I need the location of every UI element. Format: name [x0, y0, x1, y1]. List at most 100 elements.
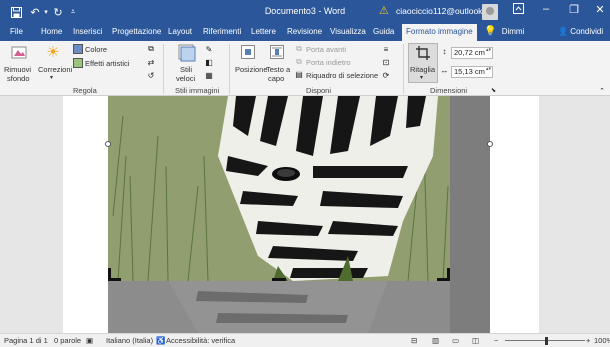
collapse-ribbon-icon[interactable]: ⌃ [598, 87, 606, 95]
ribbon-separator [403, 44, 404, 94]
zoom-level[interactable]: 100% [594, 336, 610, 345]
zebra-photo[interactable] [108, 96, 450, 281]
tab-riferimenti[interactable]: Riferimenti [203, 27, 241, 36]
language[interactable]: Italiano (Italia) [106, 336, 153, 345]
picture-border-icon[interactable]: ✎ [203, 44, 215, 54]
tell-me[interactable]: 💡 Dimmi [484, 26, 524, 37]
ribbon: Rimuovi sfondo ☀ Correzioni ▾ Colore Eff… [0, 41, 610, 96]
tell-me-label: Dimmi [501, 27, 525, 36]
reset-picture-icon[interactable]: ↺ [145, 70, 157, 80]
align-icon[interactable]: ≡ [380, 44, 392, 54]
change-picture-icon[interactable]: ⇄ [145, 57, 157, 67]
rimuovi-sfondo-line2: sfondo [7, 74, 30, 83]
crop-handle-bottom-right[interactable] [437, 278, 450, 281]
dialog-launcher-icon[interactable]: ⬊ [490, 87, 497, 94]
title-bar: ↶ ▾ ↻ ⩡ Documento3 - Word ⚠ ciaociccio11… [0, 0, 610, 24]
testo-a-capo-line1: Testo a [266, 65, 291, 74]
riquadro-selezione-label: Riquadro di selezione [306, 71, 379, 80]
artistic-effects-icon [73, 58, 83, 68]
picture-layout-icon[interactable]: ▦ [203, 70, 215, 80]
document-canvas [0, 96, 610, 333]
width-field[interactable]: 15,13 cm [451, 66, 493, 78]
compress-pictures-icon[interactable]: ⧉ [145, 44, 157, 54]
ribbon-separator [229, 44, 230, 94]
height-field[interactable]: 20,72 cm [451, 47, 493, 59]
tab-file[interactable]: File [10, 27, 23, 36]
chevron-down-icon: ▾ [420, 75, 424, 81]
cropped-ghost-image [108, 281, 450, 333]
effetti-artistici-label: Effetti artistici [85, 59, 130, 68]
minimize-icon[interactable]: – [538, 3, 554, 19]
tab-guida[interactable]: Guida [373, 27, 394, 36]
sun-icon: ☀ [46, 44, 60, 61]
resize-handle-right[interactable] [487, 141, 493, 147]
tab-visualizza[interactable]: Visualizza [330, 27, 366, 36]
stili-veloci-line1: Stili [180, 65, 193, 74]
correzioni-label: Correzioni [38, 65, 73, 74]
crop-handle-bottom[interactable] [272, 278, 286, 281]
position-icon [240, 44, 256, 60]
color-icon [73, 44, 83, 54]
share-button[interactable]: 👤 Condividi [558, 27, 603, 36]
restore-icon[interactable]: ❐ [566, 3, 582, 19]
crop-icon [416, 46, 430, 60]
tab-formato-immagine[interactable]: Formato immagine [402, 24, 477, 41]
tab-inserisci[interactable]: Inserisci [73, 27, 102, 36]
share-label: Condividi [570, 27, 604, 36]
web-layout-icon[interactable]: ◫ [472, 336, 479, 345]
close-icon[interactable]: ✕ [592, 3, 608, 19]
chevron-down-icon: ▾ [50, 75, 54, 81]
porta-indietro-label: Porta indietro [306, 58, 351, 67]
zoom-out-button[interactable]: − [494, 336, 498, 345]
width-icon: ↔ [440, 66, 449, 75]
account-name[interactable]: ciaociccio112@outlook.it [396, 6, 489, 16]
zoom-in-button[interactable]: + [586, 336, 590, 345]
page-count[interactable]: Pagina 1 di 1 [4, 336, 48, 345]
group-label-stili-immagini: Stili immagini [175, 86, 220, 95]
person-share-icon: 👤 [558, 27, 568, 36]
ritaglia-label: Ritaglia [410, 65, 436, 74]
print-layout-icon[interactable]: ▭ [452, 336, 459, 345]
group-label-regola: Regola [73, 86, 97, 95]
picture-effects-icon[interactable]: ◧ [203, 57, 215, 67]
avatar[interactable] [482, 4, 498, 20]
group-objects-icon[interactable]: ⊡ [380, 57, 392, 67]
accessibility-icon: ♿ [156, 336, 166, 345]
proofing-icon[interactable]: ▣ [86, 336, 93, 345]
wrap-text-icon [269, 44, 285, 60]
resize-handle-left[interactable] [105, 141, 111, 147]
tab-progettazione[interactable]: Progettazione [112, 27, 161, 36]
tab-home[interactable]: Home [41, 27, 62, 36]
send-backward-icon: ⧉ [296, 56, 302, 66]
colore-label: Colore [85, 45, 108, 54]
ribbon-separator [163, 44, 164, 94]
porta-avanti-label: Porta avanti [306, 45, 347, 54]
remove-background-icon [10, 43, 28, 61]
warning-icon[interactable]: ⚠ [379, 4, 389, 17]
tab-revisione[interactable]: Revisione [287, 27, 322, 36]
rotate-icon[interactable]: ⟳ [380, 70, 392, 80]
status-bar: Pagina 1 di 1 0 parole ▣ Italiano (Itali… [0, 333, 610, 347]
height-icon: ↕ [442, 47, 447, 56]
focus-mode-icon[interactable]: ⊟ [411, 336, 417, 345]
quick-styles-icon [177, 43, 197, 63]
read-mode-icon[interactable]: ▥ [432, 336, 439, 345]
ritaglia-button[interactable]: Ritaglia ▾ [408, 43, 438, 83]
testo-a-capo-line2: capo [268, 74, 285, 83]
crop-handle-bottom-left[interactable] [108, 278, 121, 281]
group-label-disponi: Disponi [306, 86, 332, 95]
lightbulb-icon: 💡 [484, 26, 497, 37]
bring-forward-icon: ⧉ [296, 43, 302, 53]
posizione-label: Posizione [235, 65, 268, 74]
tab-lettere[interactable]: Lettere [251, 27, 276, 36]
ribbon-tabs: File Home Inserisci Progettazione Layout… [0, 24, 610, 41]
stili-veloci-line2: veloci [176, 74, 196, 83]
group-label-dimensioni: Dimensioni [430, 86, 468, 95]
ribbon-display-options-icon[interactable] [510, 3, 526, 19]
selection-pane-icon: ▤ [295, 70, 303, 79]
word-count[interactable]: 0 parole [54, 336, 81, 345]
accessibility-status[interactable]: Accessibilità: verifica [166, 336, 235, 345]
tab-layout[interactable]: Layout [168, 27, 192, 36]
rimuovi-sfondo-line1: Rimuovi [4, 65, 32, 74]
zoom-slider-thumb[interactable] [545, 337, 548, 345]
